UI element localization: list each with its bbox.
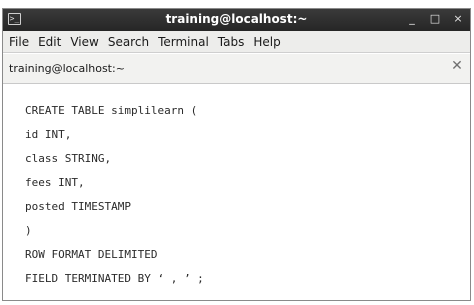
menu-edit[interactable]: Edit bbox=[38, 35, 61, 49]
terminal-line: class STRING, bbox=[25, 152, 112, 165]
terminal-line: FIELD TERMINATED BY ‘ , ’ ; bbox=[25, 272, 204, 285]
tab-bar: training@localhost:~ ✕ bbox=[3, 54, 470, 84]
terminal-line: fees INT, bbox=[25, 176, 85, 189]
close-window-icon[interactable]: × bbox=[452, 12, 464, 25]
tab-label[interactable]: training@localhost:~ bbox=[9, 62, 125, 75]
title-bar[interactable]: >_ training@localhost:~ _ □ × bbox=[3, 9, 470, 31]
terminal-line: CREATE TABLE simplilearn ( bbox=[25, 104, 198, 117]
menu-tabs[interactable]: Tabs bbox=[218, 35, 245, 49]
menu-terminal[interactable]: Terminal bbox=[158, 35, 209, 49]
menu-file[interactable]: File bbox=[9, 35, 29, 49]
menu-search[interactable]: Search bbox=[108, 35, 149, 49]
menu-bar: File Edit View Search Terminal Tabs Help bbox=[3, 31, 470, 53]
window-controls: _ □ × bbox=[406, 12, 464, 25]
minimize-icon[interactable]: _ bbox=[406, 12, 418, 25]
terminal-window: >_ training@localhost:~ _ □ × File Edit … bbox=[2, 8, 471, 301]
terminal-output[interactable]: CREATE TABLE simplilearn ( id INT, class… bbox=[3, 84, 470, 300]
terminal-line: posted TIMESTAMP bbox=[25, 200, 131, 213]
terminal-line: ROW FORMAT DELIMITED bbox=[25, 248, 158, 261]
maximize-icon[interactable]: □ bbox=[429, 12, 441, 25]
window-title: training@localhost:~ bbox=[165, 12, 308, 26]
close-icon[interactable]: ✕ bbox=[450, 59, 464, 73]
terminal-line: ) bbox=[25, 224, 32, 237]
menu-view[interactable]: View bbox=[70, 35, 98, 49]
terminal-line: id INT, bbox=[25, 128, 72, 141]
menu-help[interactable]: Help bbox=[253, 35, 280, 49]
